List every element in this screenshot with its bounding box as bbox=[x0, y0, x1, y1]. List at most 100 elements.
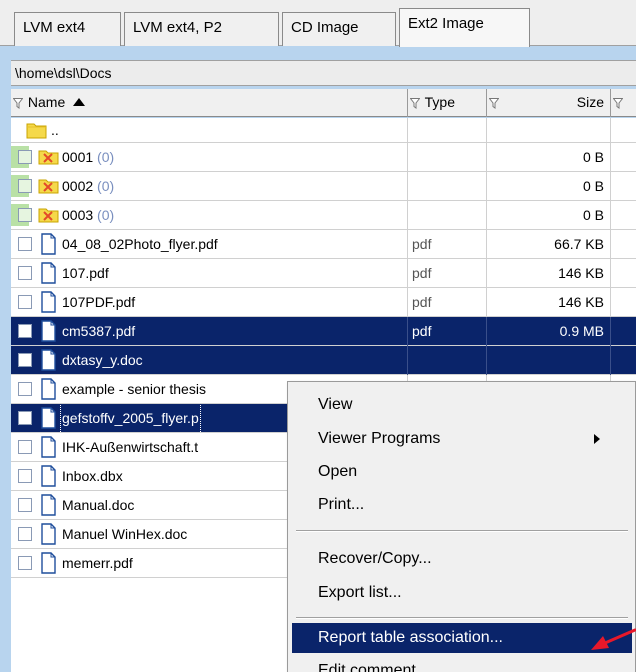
row-checkbox[interactable] bbox=[18, 179, 32, 193]
document-icon bbox=[38, 436, 58, 458]
document-icon bbox=[38, 262, 58, 284]
column-extra-header[interactable] bbox=[611, 89, 636, 117]
table-row[interactable]: 04_08_02Photo_flyer.pdf pdf 66.7 KB bbox=[11, 230, 636, 259]
sort-ascending-icon bbox=[73, 98, 86, 106]
table-row[interactable]: 107.pdf pdf 146 KB bbox=[11, 259, 636, 288]
tab-cd-image[interactable]: CD Image bbox=[282, 12, 396, 46]
row-checkbox[interactable] bbox=[18, 382, 32, 396]
file-name: example - senior thesis bbox=[62, 381, 206, 397]
column-name-header[interactable]: Name bbox=[11, 89, 408, 117]
file-name: IHK-Außenwirtschaft.t bbox=[62, 439, 199, 455]
file-name: dxtasy_y.doc bbox=[62, 352, 143, 368]
file-size: 0 B bbox=[487, 143, 611, 172]
file-name: 107PDF.pdf bbox=[62, 294, 136, 310]
file-name: 107.pdf bbox=[62, 265, 109, 281]
file-type bbox=[408, 346, 487, 375]
column-size-header[interactable]: Size bbox=[487, 89, 611, 117]
menu-item-view[interactable]: View bbox=[292, 390, 632, 420]
file-name: Inbox.dbx bbox=[62, 468, 123, 484]
deleted-folder-icon bbox=[38, 146, 59, 168]
menu-item-print[interactable]: Print... bbox=[292, 490, 632, 520]
file-name: 04_08_02Photo_flyer.pdf bbox=[62, 236, 218, 252]
tab-lvm-ext4-p2[interactable]: LVM ext4, P2 bbox=[124, 12, 279, 46]
row-checkbox[interactable] bbox=[18, 353, 32, 367]
menu-item-export-list[interactable]: Export list... bbox=[292, 578, 632, 608]
file-size: 146 KB bbox=[487, 288, 611, 317]
table-row[interactable]: 0002 (0) 0 B bbox=[11, 172, 636, 201]
table-row[interactable]: 107PDF.pdf pdf 146 KB bbox=[11, 288, 636, 317]
document-icon bbox=[38, 494, 58, 516]
row-checkbox[interactable] bbox=[18, 469, 32, 483]
file-name: memerr.pdf bbox=[62, 555, 133, 571]
menu-item-viewer-programs[interactable]: Viewer Programs bbox=[292, 424, 632, 454]
document-icon bbox=[38, 320, 58, 342]
row-checkbox[interactable] bbox=[18, 527, 32, 541]
document-icon bbox=[38, 349, 58, 371]
tab-bar: LVM ext4 LVM ext4, P2 CD Image Ext2 Imag… bbox=[0, 0, 636, 47]
table-row[interactable]: cm5387.pdf pdf 0.9 MB bbox=[11, 317, 636, 346]
filter-icon[interactable] bbox=[489, 97, 499, 109]
file-name: 0002 (0) bbox=[62, 178, 115, 194]
file-name: 0001 (0) bbox=[62, 149, 115, 165]
column-type-label: Type bbox=[424, 94, 455, 110]
filter-icon[interactable] bbox=[410, 97, 420, 109]
row-checkbox[interactable] bbox=[18, 324, 32, 338]
document-icon bbox=[38, 378, 58, 400]
file-size: 0 B bbox=[487, 201, 611, 230]
menu-separator bbox=[296, 530, 628, 532]
tab-lvm-ext4[interactable]: LVM ext4 bbox=[14, 12, 121, 46]
file-name: gefstoffv_2005_flyer.p bbox=[60, 404, 201, 433]
table-row[interactable]: 0001 (0) 0 B bbox=[11, 143, 636, 172]
row-checkbox[interactable] bbox=[18, 150, 32, 164]
file-name: cm5387.pdf bbox=[62, 323, 136, 339]
menu-item-report-table-association[interactable]: Report table association... bbox=[292, 623, 632, 653]
file-type: pdf bbox=[408, 259, 487, 288]
document-icon bbox=[38, 291, 58, 313]
column-size-label: Size bbox=[576, 94, 604, 110]
folder-icon bbox=[26, 120, 47, 142]
menu-item-open[interactable]: Open bbox=[292, 457, 632, 487]
deleted-folder-icon bbox=[38, 204, 59, 226]
column-header: Name Type Size bbox=[11, 89, 636, 117]
row-checkbox[interactable] bbox=[18, 208, 32, 222]
document-icon bbox=[38, 407, 58, 429]
menu-item-edit-comment[interactable]: Edit comment... bbox=[292, 656, 632, 672]
path-bar: \home\dsl\Docs bbox=[11, 60, 636, 86]
file-type bbox=[408, 172, 487, 201]
document-icon bbox=[38, 552, 58, 574]
table-row[interactable]: 0003 (0) 0 B bbox=[11, 201, 636, 230]
row-checkbox[interactable] bbox=[18, 556, 32, 570]
file-name: Manual.doc bbox=[62, 497, 135, 513]
row-checkbox[interactable] bbox=[18, 295, 32, 309]
row-checkbox[interactable] bbox=[18, 440, 32, 454]
row-checkbox[interactable] bbox=[18, 498, 32, 512]
file-type: pdf bbox=[408, 317, 487, 346]
filter-icon[interactable] bbox=[613, 97, 623, 109]
column-type-header[interactable]: Type bbox=[408, 89, 487, 117]
row-checkbox[interactable] bbox=[18, 237, 32, 251]
file-name: 0003 (0) bbox=[62, 207, 115, 223]
filter-icon[interactable] bbox=[13, 97, 23, 109]
file-type: pdf bbox=[408, 230, 487, 259]
file-size bbox=[487, 346, 611, 375]
menu-separator bbox=[296, 617, 628, 619]
file-browser-window: LVM ext4 LVM ext4, P2 CD Image Ext2 Imag… bbox=[0, 0, 636, 672]
row-checkbox[interactable] bbox=[18, 266, 32, 280]
table-row[interactable]: dxtasy_y.doc bbox=[11, 346, 636, 375]
row-checkbox[interactable] bbox=[18, 411, 32, 425]
file-size: 66.7 KB bbox=[487, 230, 611, 259]
table-row[interactable]: .. bbox=[11, 118, 636, 143]
submenu-arrow-icon bbox=[594, 434, 600, 444]
file-size: 146 KB bbox=[487, 259, 611, 288]
tab-ext2-image[interactable]: Ext2 Image bbox=[399, 8, 530, 47]
document-icon bbox=[38, 523, 58, 545]
column-name-label: Name bbox=[27, 94, 66, 110]
menu-item-recover-copy[interactable]: Recover/Copy... bbox=[292, 544, 632, 574]
file-size: 0.9 MB bbox=[487, 317, 611, 346]
deleted-folder-icon bbox=[38, 175, 59, 197]
parent-directory-label: .. bbox=[51, 122, 59, 138]
red-arrow-icon bbox=[591, 628, 636, 650]
file-size: 0 B bbox=[487, 172, 611, 201]
file-name: Manuel WinHex.doc bbox=[62, 526, 188, 542]
file-type bbox=[408, 201, 487, 230]
